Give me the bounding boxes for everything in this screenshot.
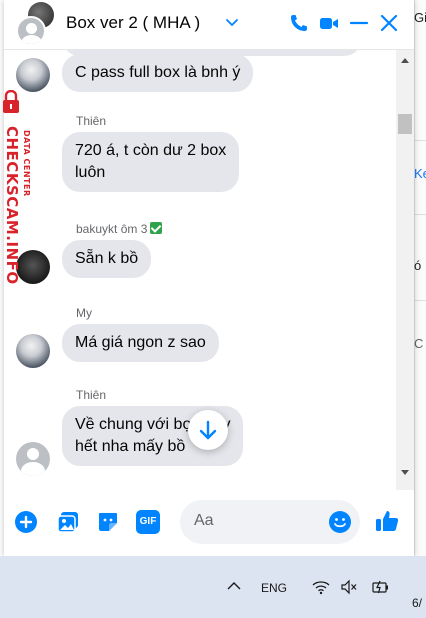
photo-icon[interactable]: [56, 510, 80, 534]
chevron-up-icon[interactable]: [226, 580, 242, 592]
scrollbar[interactable]: [396, 50, 414, 490]
thumbs-up-icon[interactable]: [374, 508, 400, 534]
background-text: Gi: [414, 10, 426, 25]
gif-button[interactable]: GIF: [136, 510, 160, 534]
emoji-icon[interactable]: [328, 510, 352, 534]
scroll-up-arrow-icon[interactable]: [401, 58, 409, 63]
background-divider: [414, 140, 426, 141]
message-bubble[interactable]: Má giá ngon z sao: [62, 324, 219, 362]
message-text-line: luôn: [75, 164, 106, 181]
avatar[interactable]: [16, 442, 50, 476]
message-text: Sẵn k bồ: [75, 250, 139, 267]
message-text: C pass full box là bnh ý: [75, 64, 241, 81]
scroll-to-bottom-button[interactable]: [188, 410, 228, 450]
sender-name: My: [76, 306, 92, 320]
message-composer: GIF: [4, 490, 414, 556]
group-avatar[interactable]: [16, 16, 46, 46]
background-window-edge: [414, 0, 426, 556]
message-text: Má giá ngon z sao: [75, 334, 206, 351]
arrow-down-icon: [199, 420, 217, 440]
phone-call-icon[interactable]: [288, 12, 310, 34]
message-input-field[interactable]: [180, 500, 360, 544]
message-list[interactable]: C pass full box là bnh ý Thiên 720 á, t …: [4, 50, 396, 490]
sender-name: Thiên: [76, 388, 107, 402]
avatar[interactable]: [16, 334, 50, 368]
volume-muted-icon[interactable]: [340, 578, 358, 596]
chat-title[interactable]: Box ver 2 ( MHA ): [66, 13, 200, 33]
message-bubble[interactable]: C pass full box là bnh ý: [62, 54, 254, 92]
scroll-down-arrow-icon[interactable]: [401, 470, 409, 475]
watermark-subtitle: DATA CENTER: [22, 130, 31, 197]
background-text: ó: [414, 258, 422, 273]
avatar[interactable]: [16, 58, 50, 92]
battery-charging-icon[interactable]: [372, 578, 390, 596]
watermark-brand: CHECKSCAM.INFO: [3, 126, 21, 285]
background-divider: [414, 300, 426, 301]
sender-name: bakuykt ôm 3: [76, 222, 163, 236]
check-badge-icon: [150, 222, 163, 234]
background-link[interactable]: Ke: [414, 166, 426, 181]
sticker-icon[interactable]: [96, 510, 120, 534]
minimize-icon[interactable]: [348, 12, 370, 34]
wifi-icon[interactable]: [312, 578, 330, 596]
chat-header: Box ver 2 ( MHA ): [4, 0, 414, 50]
chat-window: Box ver 2 ( MHA ) C pass full box là bnh…: [4, 0, 414, 556]
lock-logo-icon: [3, 90, 19, 113]
close-icon[interactable]: [378, 12, 400, 34]
message-bubble[interactable]: 720 á, t còn dư 2 box luôn: [62, 132, 240, 192]
sender-name-text: bakuykt ôm 3: [76, 222, 148, 236]
message-input[interactable]: [194, 512, 324, 530]
background-text: C: [414, 336, 424, 351]
scrollbar-thumb[interactable]: [398, 114, 412, 134]
background-divider: [414, 214, 426, 215]
chevron-down-icon[interactable]: [224, 14, 240, 30]
language-indicator[interactable]: ENG: [261, 581, 287, 595]
message-bubble[interactable]: Sẵn k bồ: [62, 240, 152, 278]
message-text-line: 720 á, t còn dư 2 box: [75, 142, 227, 159]
avatar[interactable]: [16, 250, 50, 284]
sender-name: Thiên: [76, 114, 107, 128]
clock-date[interactable]: 6/: [412, 596, 422, 610]
video-call-icon[interactable]: [318, 12, 340, 34]
taskbar: ENG 6/: [0, 556, 426, 618]
add-icon[interactable]: [14, 510, 38, 534]
